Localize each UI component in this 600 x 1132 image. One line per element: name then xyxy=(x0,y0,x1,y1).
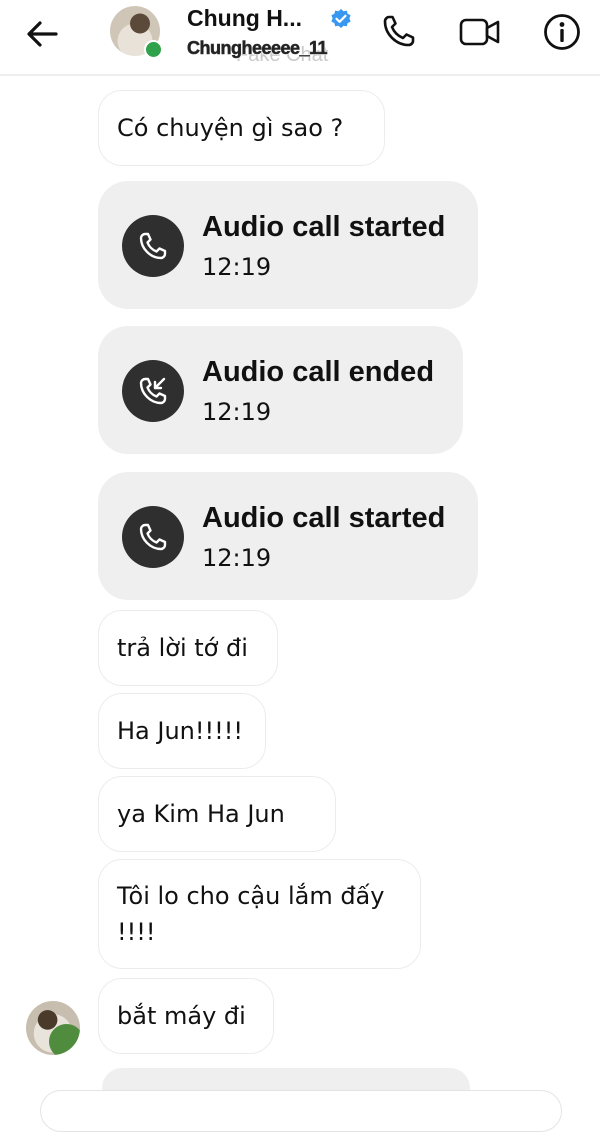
call-time: 12:19 xyxy=(202,253,272,281)
message-bubble[interactable]: Tôi lo cho cậu lắm đấy !!!! xyxy=(98,859,421,969)
sender-avatar[interactable] xyxy=(26,1001,80,1055)
phone-icon[interactable] xyxy=(378,12,418,52)
info-icon[interactable] xyxy=(542,12,582,52)
message-composer[interactable] xyxy=(40,1090,562,1132)
back-arrow-icon[interactable] xyxy=(22,14,66,54)
contact-name[interactable]: Chung H... xyxy=(187,5,302,32)
message-text: bắt máy đi xyxy=(117,1002,246,1030)
call-title: Audio call ended xyxy=(202,356,435,388)
call-event-card[interactable]: Audio call ended 12:19 xyxy=(98,326,463,454)
message-bubble[interactable]: Có chuyện gì sao ? xyxy=(98,90,385,166)
online-status-indicator xyxy=(144,40,163,59)
message-bubble[interactable]: bắt máy đi xyxy=(98,978,274,1054)
contact-username: Chungheeeee_11 xyxy=(187,38,328,59)
phone-icon xyxy=(122,506,184,568)
call-event-card[interactable]: Audio call started 12:19 xyxy=(98,472,478,600)
call-time: 12:19 xyxy=(202,398,272,426)
call-event-card[interactable]: Audio call started 12:19 xyxy=(98,181,478,309)
call-title: Audio call started xyxy=(202,211,446,243)
message-bubble[interactable]: trả lời tớ đi xyxy=(98,610,278,686)
video-camera-icon[interactable] xyxy=(458,12,500,52)
verified-badge-icon xyxy=(330,8,352,30)
contact-avatar[interactable] xyxy=(110,6,163,59)
message-text: Tôi lo cho cậu lắm đấy !!!! xyxy=(117,882,385,946)
chat-header: Chung H... Fake Chat Chungheeeee_11 xyxy=(0,0,600,76)
call-time: 12:19 xyxy=(202,544,272,572)
call-title: Audio call started xyxy=(202,502,446,534)
phone-incoming-icon xyxy=(122,360,184,422)
message-text: Có chuyện gì sao ? xyxy=(117,114,344,142)
message-bubble[interactable]: ya Kim Ha Jun xyxy=(98,776,336,852)
message-text: Ha Jun!!!!! xyxy=(117,717,243,745)
message-text: ya Kim Ha Jun xyxy=(117,800,285,828)
phone-icon xyxy=(122,215,184,277)
message-text: trả lời tớ đi xyxy=(117,634,248,662)
message-bubble[interactable]: Ha Jun!!!!! xyxy=(98,693,266,769)
